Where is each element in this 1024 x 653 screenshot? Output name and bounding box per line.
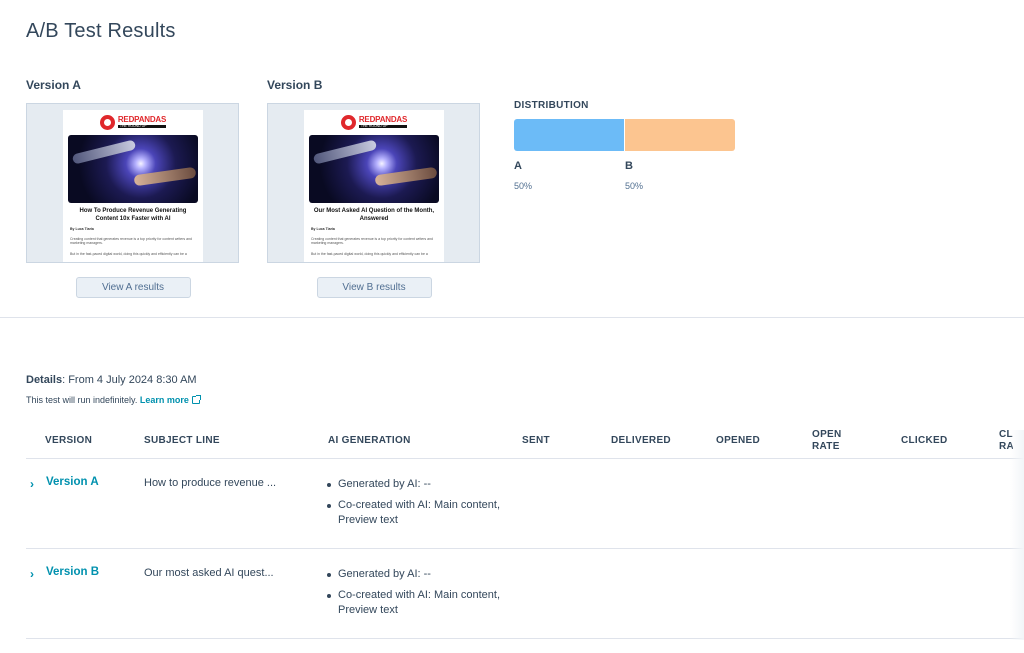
scroll-fade bbox=[1010, 430, 1024, 640]
ai-generated-item: Generated by AI: -- bbox=[326, 477, 506, 492]
run-info-line: This test will run indefinitely. Learn m… bbox=[26, 395, 201, 405]
learn-more-link[interactable]: Learn more bbox=[140, 395, 189, 405]
column-header-opened[interactable]: OPENED bbox=[716, 423, 760, 459]
column-header-version[interactable]: VERSION bbox=[45, 423, 92, 459]
hero-image-hands bbox=[68, 135, 198, 203]
version-a-preview-section: Version A REDPANDAS THE ROUND UP How To … bbox=[26, 78, 240, 298]
subject-line-cell: How to produce revenue ... bbox=[144, 477, 277, 489]
run-info-text: This test will run indefinitely. bbox=[26, 395, 140, 405]
version-b-preview-section: Version B REDPANDAS THE ROUND UP Our Mos… bbox=[267, 78, 481, 298]
email-body-text: But in the fast-paced digital world, doi… bbox=[311, 252, 428, 257]
view-b-results-button[interactable]: View B results bbox=[316, 277, 432, 298]
email-author: By Luca Tiaria bbox=[70, 226, 94, 231]
table-row: › Version B Our most asked AI quest... G… bbox=[26, 549, 1024, 639]
distribution-section: DISTRIBUTION A 50% B 50% bbox=[514, 100, 736, 204]
details-from-text: : From 4 July 2024 8:30 AM bbox=[62, 374, 197, 386]
view-a-results-button[interactable]: View A results bbox=[75, 277, 191, 298]
column-header-sent[interactable]: SENT bbox=[522, 423, 550, 459]
distribution-bar bbox=[514, 119, 735, 151]
column-header-delivered[interactable]: DELIVERED bbox=[611, 423, 671, 459]
section-divider bbox=[0, 317, 1024, 318]
version-b-link[interactable]: Version B bbox=[46, 566, 99, 578]
table-row: › Version A How to produce revenue ... G… bbox=[26, 459, 1024, 549]
brand-header: REDPANDAS THE ROUND UP bbox=[68, 112, 198, 132]
email-body-text: Creating content that generates revenue … bbox=[311, 236, 433, 246]
brand-header: REDPANDAS THE ROUND UP bbox=[309, 112, 439, 132]
page-title: A/B Test Results bbox=[26, 20, 176, 42]
distribution-segment-b bbox=[625, 119, 735, 151]
ai-generation-cell: Generated by AI: -- Co-created with AI: … bbox=[326, 477, 506, 534]
ai-generated-item: Generated by AI: -- bbox=[326, 567, 506, 582]
distribution-label-a: A bbox=[514, 160, 522, 172]
chevron-right-icon[interactable]: › bbox=[30, 477, 34, 491]
column-header-clicked[interactable]: CLICKED bbox=[901, 423, 948, 459]
details-label: Details bbox=[26, 374, 63, 386]
email-headline: Our Most Asked AI Question of the Month,… bbox=[313, 208, 435, 222]
red-panda-logo-icon bbox=[99, 114, 115, 130]
red-panda-logo-icon bbox=[340, 114, 356, 130]
ai-generation-cell: Generated by AI: -- Co-created with AI: … bbox=[326, 567, 506, 624]
brand-tagline: THE ROUND UP bbox=[117, 124, 167, 129]
table-header: VERSION SUBJECT LINE AI GENERATION SENT … bbox=[26, 423, 1024, 459]
results-table: VERSION SUBJECT LINE AI GENERATION SENT … bbox=[26, 423, 1024, 653]
distribution-segment-a bbox=[514, 119, 625, 151]
distribution-item-b: B 50% bbox=[625, 160, 643, 191]
email-card: REDPANDAS THE ROUND UP How To Produce Re… bbox=[63, 110, 203, 262]
brand-name: REDPANDAS bbox=[358, 114, 408, 124]
version-b-heading: Version B bbox=[267, 78, 323, 92]
version-a-heading: Version A bbox=[26, 78, 81, 92]
distribution-item-a: A 50% bbox=[514, 160, 532, 191]
ai-cocreated-item: Co-created with AI: Main content, Previe… bbox=[326, 588, 506, 618]
hero-image-hands bbox=[309, 135, 439, 203]
chevron-right-icon[interactable]: › bbox=[30, 567, 34, 581]
email-author: By Luca Tiaria bbox=[311, 226, 335, 231]
version-b-email-preview[interactable]: REDPANDAS THE ROUND UP Our Most Asked AI… bbox=[267, 103, 480, 263]
column-header-ai-generation[interactable]: AI GENERATION bbox=[328, 423, 411, 459]
version-a-link[interactable]: Version A bbox=[46, 476, 99, 488]
brand-tagline: THE ROUND UP bbox=[358, 124, 408, 129]
column-header-subject-line[interactable]: SUBJECT LINE bbox=[144, 423, 220, 459]
subject-line-cell: Our most asked AI quest... bbox=[144, 567, 274, 579]
distribution-percent-a: 50% bbox=[514, 181, 533, 191]
external-link-icon[interactable] bbox=[191, 395, 201, 404]
email-headline: How To Produce Revenue Generating Conten… bbox=[79, 208, 187, 222]
details-line: Details: From 4 July 2024 8:30 AM bbox=[26, 374, 197, 386]
ai-cocreated-item: Co-created with AI: Main content, Previe… bbox=[326, 498, 506, 528]
version-a-email-preview[interactable]: REDPANDAS THE ROUND UP How To Produce Re… bbox=[26, 103, 239, 263]
column-header-open-rate[interactable]: OPEN RATE bbox=[812, 423, 856, 459]
brand-name: REDPANDAS bbox=[117, 114, 167, 124]
distribution-label-b: B bbox=[625, 160, 633, 172]
email-card: REDPANDAS THE ROUND UP Our Most Asked AI… bbox=[304, 110, 444, 262]
distribution-title: DISTRIBUTION bbox=[514, 100, 589, 111]
distribution-percent-b: 50% bbox=[625, 181, 644, 191]
email-body-text: But in the fast-paced digital world, doi… bbox=[70, 252, 187, 257]
email-body-text: Creating content that generates revenue … bbox=[70, 236, 192, 246]
